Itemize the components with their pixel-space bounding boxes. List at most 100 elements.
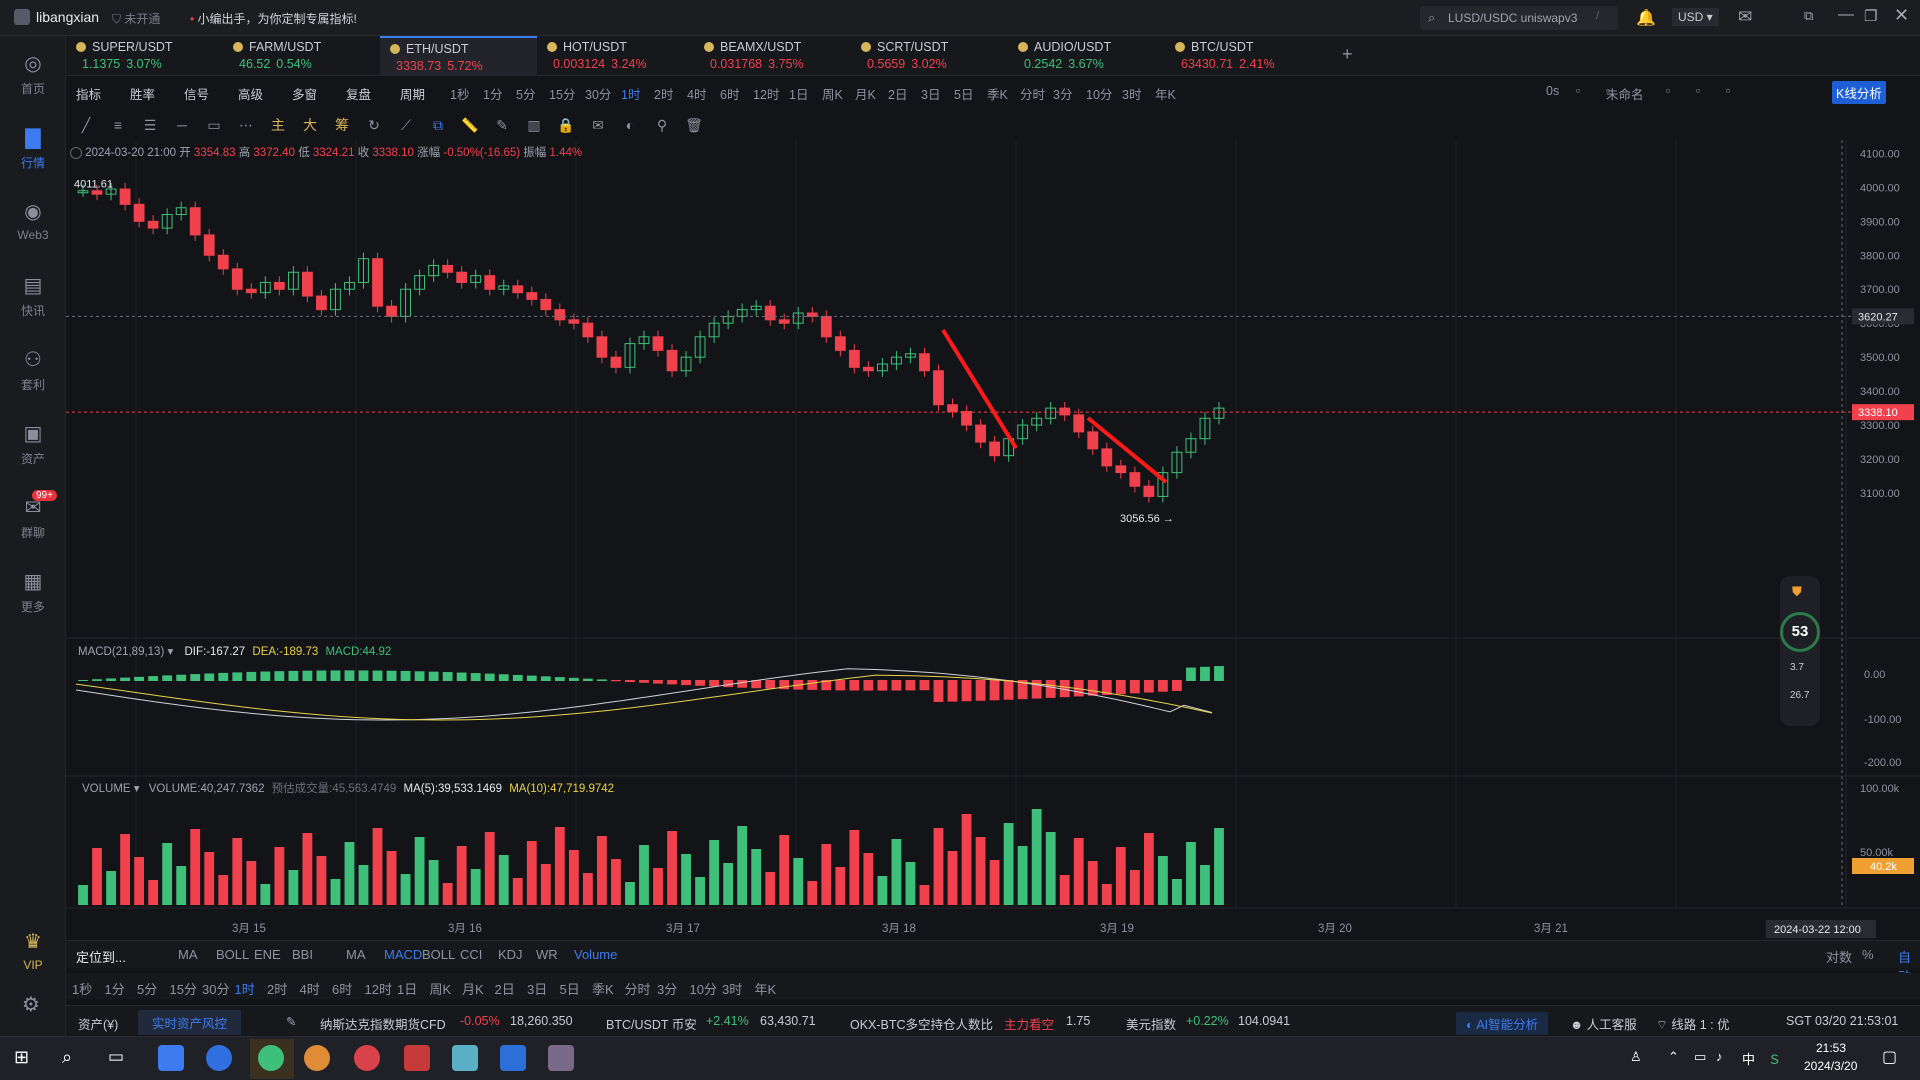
bottom-period-7[interactable]: 4时: [300, 979, 320, 998]
period-11[interactable]: 周K: [822, 84, 843, 103]
app-orange-icon[interactable]: [304, 1045, 330, 1071]
toolbar-5[interactable]: 复盘: [346, 84, 371, 103]
rect-icon[interactable]: ▭: [204, 116, 224, 134]
indicator-bbi-3[interactable]: BBI: [292, 947, 313, 962]
task-view-icon[interactable]: ▭: [108, 1047, 124, 1067]
chart-area[interactable]: 4100.004000.003900.003800.003700.003600.…: [66, 140, 1920, 940]
hline-icon[interactable]: ─: [172, 116, 192, 134]
filter-icon[interactable]: ⚲: [652, 116, 672, 134]
cycle-icon[interactable]: ↻: [364, 116, 384, 134]
nav-vip[interactable]: ♛ VIP: [0, 920, 66, 990]
period-8[interactable]: 6时: [720, 84, 739, 103]
period-19[interactable]: 10分: [1086, 84, 1112, 103]
main-icon[interactable]: 主: [268, 116, 288, 134]
bottom-period-4[interactable]: 30分: [202, 979, 229, 998]
minimize-icon[interactable]: —: [1838, 6, 1854, 24]
username[interactable]: libangxian: [36, 9, 99, 25]
search-icon[interactable]: ⌕: [62, 1047, 72, 1068]
period-2[interactable]: 5分: [516, 84, 535, 103]
toolbar-4[interactable]: 多窗: [292, 84, 317, 103]
bottom-period-15[interactable]: 5日: [560, 979, 580, 998]
settings-icon[interactable]: ▫: [1696, 84, 1700, 98]
toolbar-1[interactable]: 胜率: [130, 84, 155, 103]
period-18[interactable]: 3分: [1053, 84, 1072, 103]
fullscreen-icon[interactable]: ▫: [1726, 84, 1730, 98]
window-pin-icon[interactable]: ⧉: [1804, 8, 1813, 24]
nav-assets[interactable]: ▣ 资产: [0, 412, 66, 482]
speed-widget[interactable]: ⛊ 53 3.7 26.7: [1780, 576, 1820, 726]
scale-option-1[interactable]: %: [1862, 947, 1874, 962]
note-icon[interactable]: ✉: [588, 116, 608, 134]
windows-start-icon[interactable]: ⊞: [14, 1047, 29, 1068]
bottom-period-17[interactable]: 分时: [625, 979, 651, 998]
period-7[interactable]: 4时: [687, 84, 706, 103]
bottom-period-3[interactable]: 15分: [170, 979, 197, 998]
toolbar-2[interactable]: 信号: [184, 84, 209, 103]
customer-service-button[interactable]: ☻ 人工客服: [1570, 1014, 1637, 1033]
ticker-tab-scrt-usdt[interactable]: SCRT/USDT 0.5659 3.02%: [851, 36, 1008, 76]
nav-arbitrage[interactable]: ⚇ 套利: [0, 338, 66, 408]
layout-icon[interactable]: ▫: [1666, 84, 1670, 98]
bottom-period-11[interactable]: 周K: [430, 979, 452, 998]
ticker-tab-hot-usdt[interactable]: HOT/USDT 0.003124 3.24%: [537, 36, 694, 76]
period-1[interactable]: 1分: [483, 84, 502, 103]
toolbar-right-2[interactable]: K线分析: [1832, 81, 1886, 104]
camera-icon[interactable]: ▫: [1576, 84, 1580, 98]
app-wechat-active[interactable]: [250, 1039, 294, 1079]
taskbar-date[interactable]: 2024/3/20: [1804, 1059, 1857, 1073]
period-14[interactable]: 3日: [921, 84, 940, 103]
magnet-icon[interactable]: ◐: [620, 116, 640, 134]
toggle-icon[interactable]: [70, 146, 82, 159]
period-9[interactable]: 12时: [753, 84, 779, 103]
trend-line-icon[interactable]: ╱: [76, 116, 96, 134]
bell-icon[interactable]: 🔔: [1636, 8, 1656, 28]
toolbar-6[interactable]: 周期: [400, 84, 425, 103]
hlines-icon[interactable]: ☰: [140, 116, 160, 134]
period-20[interactable]: 3时: [1122, 84, 1141, 103]
period-16[interactable]: 季K: [987, 84, 1008, 103]
currency-select[interactable]: USD ▾: [1672, 8, 1719, 26]
indicator-ma-0[interactable]: MA: [178, 947, 198, 962]
app-browser-icon[interactable]: [206, 1045, 232, 1071]
bottom-period-14[interactable]: 3日: [527, 979, 547, 998]
indicator-macd-5[interactable]: MACD: [384, 947, 422, 962]
indicator-volume-10[interactable]: Volume: [574, 947, 617, 962]
restore-icon[interactable]: ❐: [1864, 7, 1877, 25]
indicator-cci-7[interactable]: CCI: [460, 947, 482, 962]
taskbar-time[interactable]: 21:53: [1816, 1041, 1846, 1055]
bottom-period-8[interactable]: 6时: [332, 979, 352, 998]
indicator-boll-1[interactable]: BOLL: [216, 947, 249, 962]
ime-indicator[interactable]: 中: [1742, 1049, 1755, 1068]
bottom-period-12[interactable]: 月K: [462, 979, 484, 998]
bottom-period-21[interactable]: 年K: [755, 979, 777, 998]
lock-icon[interactable]: 🔒: [556, 116, 576, 134]
bottom-period-5[interactable]: 1时: [235, 979, 255, 998]
period-10[interactable]: 1日: [789, 84, 808, 103]
bottom-period-9[interactable]: 12时: [365, 979, 392, 998]
user-icon[interactable]: ♙: [1630, 1049, 1642, 1065]
tray-up-icon[interactable]: ⌃: [1668, 1049, 1679, 1065]
candle-icon[interactable]: ▥: [524, 116, 544, 134]
network-icon[interactable]: ▭: [1694, 1049, 1706, 1065]
ticker-tab-audio-usdt[interactable]: AUDIO/USDT 0.2542 3.67%: [1008, 36, 1165, 76]
nav-home[interactable]: ◎ 首页: [0, 42, 66, 112]
nav-more[interactable]: ▦ 更多: [0, 560, 66, 630]
toolbar-0[interactable]: 指标: [76, 84, 101, 103]
indicator-ene-2[interactable]: ENE: [254, 947, 281, 962]
more-icon[interactable]: ⋯: [236, 116, 256, 134]
edit-icon[interactable]: ✎: [286, 1014, 296, 1029]
period-6[interactable]: 2时: [654, 84, 673, 103]
bottom-period-16[interactable]: 季K: [592, 979, 614, 998]
bottom-period-6[interactable]: 2时: [267, 979, 287, 998]
period-3[interactable]: 15分: [549, 84, 575, 103]
ai-analysis-button[interactable]: ◐ AI智能分析: [1456, 1012, 1549, 1035]
app-chart-icon[interactable]: [500, 1045, 526, 1071]
bottom-period-20[interactable]: 3时: [722, 979, 742, 998]
bottom-period-18[interactable]: 3分: [657, 979, 677, 998]
scale-option-0[interactable]: 对数: [1826, 947, 1852, 966]
brush-icon[interactable]: ✎: [492, 116, 512, 134]
locate-button[interactable]: 定位到...: [76, 947, 126, 966]
period-0[interactable]: 1秒: [450, 84, 469, 103]
settings-gear-icon[interactable]: ⚙: [22, 992, 40, 1017]
app-gift-icon[interactable]: [404, 1045, 430, 1071]
